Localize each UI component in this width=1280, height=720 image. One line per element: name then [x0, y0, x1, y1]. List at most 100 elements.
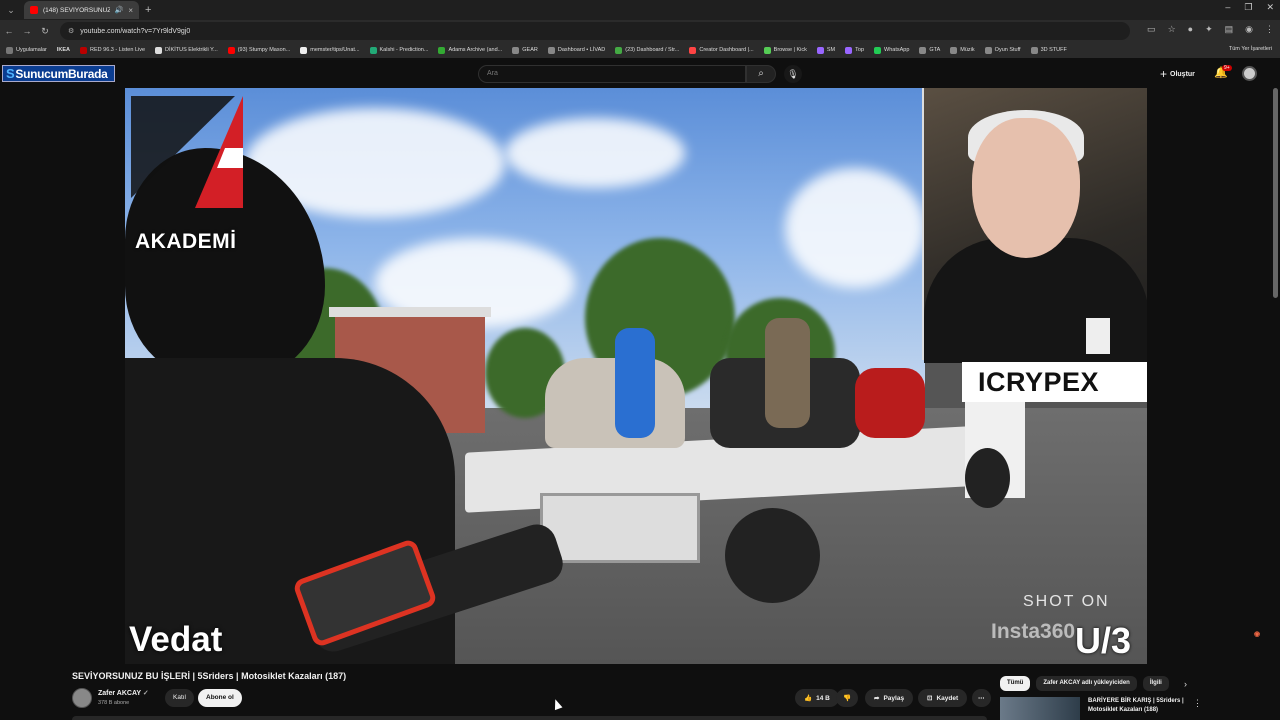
site-info-icon[interactable]: ⚙	[68, 27, 74, 35]
chip-related[interactable]: İlgili	[1142, 676, 1169, 691]
window-controls: – ❐ ✕	[1225, 2, 1274, 13]
bookmark-item[interactable]: Adams Archive (and...	[438, 46, 502, 54]
chip-all[interactable]: Tümü	[1000, 676, 1031, 691]
recommended-thumbnail[interactable]	[1000, 697, 1080, 720]
search-button[interactable]: ⌕	[746, 65, 776, 83]
minimize-icon[interactable]: –	[1225, 2, 1230, 13]
reload-icon[interactable]: ↻	[36, 26, 54, 37]
tab-title: (148) SEVİYORSUNUZ BU İŞ...	[43, 6, 110, 14]
bookmark-folder[interactable]: Müzik	[950, 46, 975, 54]
subscribe-watermark-icon[interactable]: ◉	[1248, 630, 1266, 648]
voice-search-button[interactable]: 🎙	[784, 65, 802, 83]
all-bookmarks-folder[interactable]: Tüm Yer İşaretleri	[1229, 46, 1272, 52]
youtube-favicon-icon	[30, 6, 38, 14]
profile-icon[interactable]: ◉	[1245, 24, 1253, 35]
channel-avatar[interactable]	[72, 688, 92, 708]
save-button[interactable]: ⊡ Kaydet	[918, 689, 968, 707]
shot-on-text: SHOT ON	[1023, 593, 1110, 610]
bookmark-icon: ⊡	[927, 695, 933, 702]
new-tab-icon[interactable]: +	[145, 4, 151, 16]
recommended-menu-icon[interactable]: ⋮	[1193, 698, 1202, 709]
like-button[interactable]: 👍 14 B	[795, 689, 839, 707]
join-button[interactable]: Katıl	[165, 689, 195, 707]
create-button[interactable]: + Oluştur	[1160, 67, 1195, 81]
mic-icon: 🎙	[787, 69, 799, 79]
browser-tab[interactable]: (148) SEVİYORSUNUZ BU İŞ... 🔊 ×	[24, 1, 139, 19]
plus-icon: +	[1160, 67, 1168, 81]
bookmark-item[interactable]: Browse | Kick	[763, 46, 807, 54]
bookmark-item[interactable]: (23) Dashboard / Str...	[615, 46, 679, 54]
channel-logo[interactable]: S SunucumBurada	[2, 65, 115, 82]
bookmark-favicon-icon	[80, 46, 88, 54]
bookmark-folder[interactable]: 3D STUFF	[1030, 46, 1067, 54]
chip-from-uploader[interactable]: Zafer AKCAY adlı yükleyiciden	[1036, 676, 1137, 691]
bookmark-star-icon[interactable]: ☆	[1168, 24, 1176, 35]
account-avatar[interactable]	[1242, 66, 1257, 81]
red-motorcycle	[855, 368, 925, 438]
bookmark-item[interactable]: Uygulamalar	[6, 46, 47, 54]
bookmark-item[interactable]: Creator Dashboard |...	[689, 46, 754, 54]
bookmark-folder[interactable]: Oyun Stuff	[984, 46, 1021, 54]
bookmark-favicon-icon	[369, 46, 377, 54]
presenter-face	[972, 118, 1080, 258]
tab-close-icon[interactable]: ×	[128, 6, 133, 15]
related-filter-chips: Tümü Zafer AKCAY adlı yükleyiciden İlgil…	[1000, 676, 1169, 691]
bookmark-item[interactable]: Top	[845, 46, 864, 54]
share-button[interactable]: ➦ Paylaş	[865, 689, 914, 707]
folder-icon	[547, 46, 555, 54]
menu-icon[interactable]: ⋮	[1265, 24, 1274, 35]
page-scrollbar[interactable]	[1273, 88, 1278, 298]
search-input[interactable]: Ara	[478, 65, 746, 83]
restore-icon[interactable]: ❐	[1244, 2, 1252, 13]
video-cloud	[785, 168, 925, 288]
bookmark-item[interactable]: SM	[816, 46, 835, 54]
recommended-title[interactable]: BARİYERE BİR KARIŞ | 5Sriders | Motosikl…	[1088, 697, 1193, 715]
bookmarks-bar: Uygulamalar IKEA RED 96.3 - Listen Live …	[0, 42, 1280, 58]
more-actions-button[interactable]: ⋯	[972, 689, 991, 707]
bookmark-item[interactable]: memster/tips/Unat...	[300, 46, 360, 54]
bookmark-item[interactable]: WhatsApp	[874, 46, 909, 54]
close-window-icon[interactable]: ✕	[1266, 2, 1274, 13]
rider-name-overlay: Vedat	[129, 620, 223, 659]
tab-audio-icon[interactable]: 🔊	[115, 6, 124, 14]
description-box[interactable]	[72, 716, 987, 720]
cast-icon[interactable]: ▭	[1147, 24, 1156, 35]
video-player[interactable]: AKADEMİ ICRYPEX Vedat SHOT ON Insta360 U…	[125, 88, 1147, 664]
logo-s-icon: S	[6, 66, 15, 81]
search-icon: ⌕	[758, 68, 764, 79]
tab-search-icon[interactable]: ⌄	[2, 1, 20, 19]
bookmark-item[interactable]: RED 96.3 - Listen Live	[80, 46, 145, 54]
youtube-header: S SunucumBurada Ara ⌕ 🎙 + Oluştur 🔔 9+	[0, 58, 1280, 88]
subscriber-count: 378 B abone	[98, 700, 130, 706]
bookmark-favicon-icon	[438, 46, 446, 54]
bookmark-item[interactable]: (93) Stumpy Mason...	[227, 46, 290, 54]
address-bar[interactable]: ⚙ youtube.com/watch?v=7Yr9ldV9gj0	[60, 22, 1130, 40]
back-icon[interactable]: ←	[0, 26, 18, 36]
bookmark-folder[interactable]: GEAR	[512, 46, 538, 54]
channel-name[interactable]: Zafer AKCAY ✓	[98, 689, 149, 697]
bookmark-favicon-icon	[155, 46, 163, 54]
more-horizontal-icon: ⋯	[978, 695, 985, 702]
subscribe-button[interactable]: Abone ol	[198, 689, 242, 707]
video-cloud	[505, 118, 685, 188]
building-roof	[329, 307, 491, 317]
bookmark-folder[interactable]: GTA	[919, 46, 940, 54]
bookmark-item[interactable]: IKEA	[57, 47, 70, 53]
folder-icon	[950, 46, 958, 54]
notification-count-badge: 9+	[1222, 65, 1232, 71]
bookmark-item[interactable]: DİKİTUS Elektrikli Y...	[155, 46, 218, 54]
extension-icon[interactable]: ●	[1188, 24, 1193, 35]
puzzle-icon[interactable]: ✦	[1205, 24, 1213, 35]
person-blue-jacket	[615, 328, 655, 438]
mouse-cursor-icon	[551, 697, 563, 711]
presenter-camera	[922, 88, 1147, 363]
sidepanel-icon[interactable]: ▤	[1225, 24, 1234, 35]
chevron-right-icon[interactable]: ›	[1184, 679, 1187, 689]
thumbs-up-icon: 👍	[804, 695, 813, 702]
shirt-logo	[1086, 318, 1110, 354]
forward-icon[interactable]: →	[18, 26, 36, 36]
bookmark-item[interactable]: Kalshi - Prediction...	[369, 46, 428, 54]
dislike-button[interactable]: 👎	[836, 689, 859, 707]
browser-toolbar: ← → ↻ ⚙ youtube.com/watch?v=7Yr9ldV9gj0 …	[0, 20, 1280, 42]
bookmark-folder[interactable]: Dashboard • LİVAD	[547, 46, 605, 54]
